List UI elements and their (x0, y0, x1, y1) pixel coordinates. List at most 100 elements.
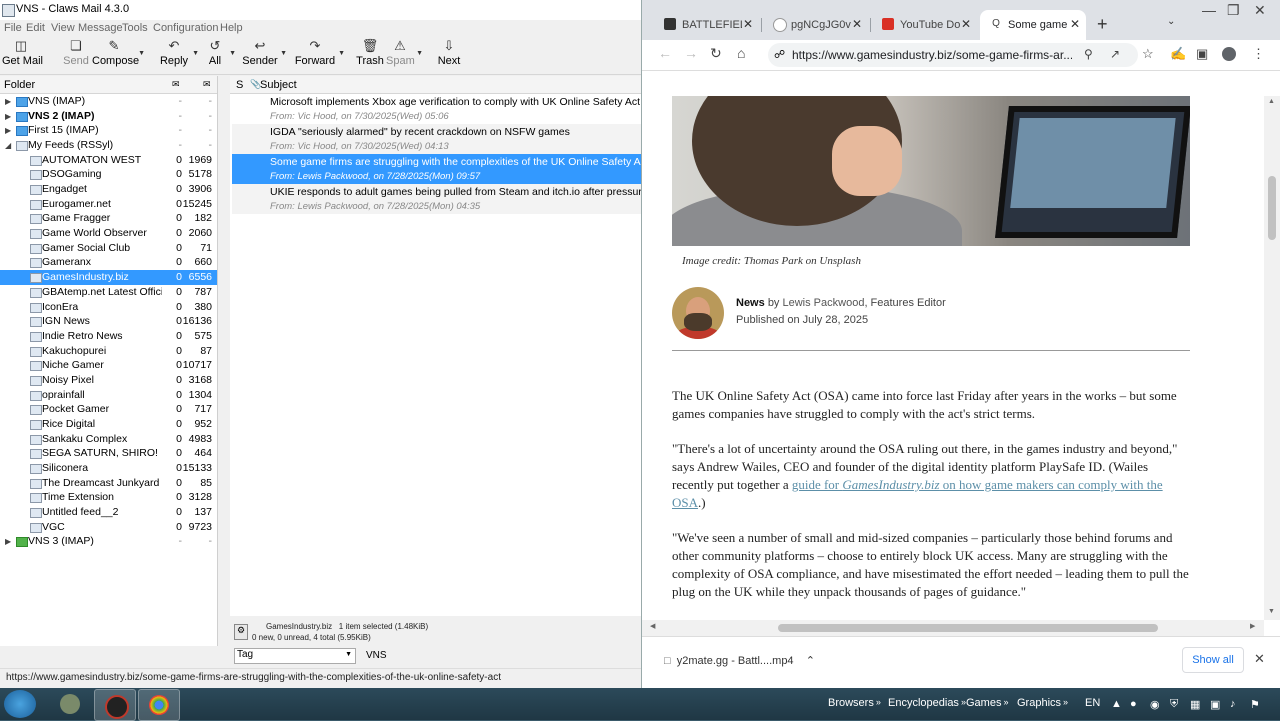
author-link[interactable]: Lewis Packwood (783, 297, 865, 309)
back-button[interactable]: ← (658, 45, 672, 61)
close-icon[interactable]: ✕ (961, 17, 971, 31)
folder-account-row[interactable]: ▶ First 15 (IMAP) - - (0, 123, 217, 138)
close-window-icon[interactable]: ✕ (1254, 2, 1266, 19)
folder-feed-row[interactable]: Engadget 0 3906 (0, 182, 217, 197)
expand-arrow-icon[interactable]: ▶ (5, 123, 11, 138)
tray-flag-icon[interactable]: ⚑ (1250, 698, 1260, 711)
folder-feed-row[interactable]: Siliconera 0 15133 (0, 461, 217, 476)
folder-feed-row[interactable]: Game World Observer 0 2060 (0, 226, 217, 241)
folder-feed-row[interactable]: Pocket Gamer 0 717 (0, 402, 217, 417)
total-column-icon[interactable]: ✉ (203, 79, 211, 90)
site-info-icon[interactable]: ☍ (774, 48, 785, 61)
folder-feed-row[interactable]: VGC 0 9723 (0, 520, 217, 535)
tray-shield-icon[interactable]: ⛨ (1170, 698, 1178, 711)
folder-feed-row[interactable]: GBAtemp.net Latest Offici 0 787 (0, 285, 217, 300)
download-item[interactable]: □ y2mate.gg - Battl....mp4 ⌃ (664, 654, 815, 667)
message-row[interactable]: Some game firms are struggling with the … (232, 154, 649, 184)
forward-button[interactable]: ↷ Forward ▼ (294, 38, 345, 72)
horizontal-scroll-thumb[interactable] (778, 624, 1158, 632)
language-indicator[interactable]: EN (1085, 697, 1100, 709)
status-column-header[interactable]: S (236, 79, 243, 91)
folder-feed-row[interactable]: Noisy Pixel 0 3168 (0, 373, 217, 388)
taskbar-app-claws-mail[interactable] (50, 689, 90, 719)
bookmark-star-icon[interactable]: ☆ (1142, 46, 1154, 62)
folder-feed-row[interactable]: IGN News 0 16136 (0, 314, 217, 329)
spam-button[interactable]: ⚠ Spam ▼ (386, 38, 423, 72)
folder-feed-row[interactable]: IconEra 0 380 (0, 300, 217, 315)
subject-column-header[interactable]: Subject (260, 79, 297, 91)
category-link[interactable]: News (736, 297, 765, 309)
folder-feed-row[interactable]: Indie Retro News 0 575 (0, 329, 217, 344)
home-button[interactable]: ⌂ (737, 45, 745, 61)
tray-expand-icon[interactable]: ▲ (1111, 698, 1122, 710)
collapse-arrow-icon[interactable]: ◢ (5, 138, 11, 153)
menu-message[interactable]: Message (78, 22, 123, 34)
reply-dropdown-icon[interactable]: ▼ (192, 50, 199, 57)
folder-feed-row[interactable]: SEGA SATURN, SHIRO! 0 464 (0, 446, 217, 461)
folder-feed-row[interactable]: Niche Gamer 0 10717 (0, 358, 217, 373)
folder-feed-row[interactable]: GamesIndustry.biz 0 6556 (0, 270, 217, 286)
chevron-up-icon[interactable]: ⌃ (806, 655, 815, 667)
more-menu-icon[interactable]: ⋮ (1252, 46, 1265, 62)
menu-configuration[interactable]: Configuration (153, 22, 218, 34)
menu-tools[interactable]: Tools (122, 22, 148, 34)
folder-feed-row[interactable]: Game Fragger 0 182 (0, 211, 217, 226)
get-mail-button[interactable]: ◫ Get Mail (2, 38, 43, 72)
menu-help[interactable]: Help (220, 22, 243, 34)
share-icon[interactable]: ↗ (1110, 47, 1120, 61)
scroll-down-icon[interactable]: ▼ (1268, 608, 1275, 615)
show-all-downloads-button[interactable]: Show all (1182, 647, 1244, 673)
folder-column-header[interactable]: Folder ✉ ✉ (0, 76, 217, 94)
reload-button[interactable]: ↻ (710, 45, 722, 62)
folder-feed-row[interactable]: Time Extension 0 3128 (0, 490, 217, 505)
folder-feed-row[interactable]: oprainfall 0 1304 (0, 388, 217, 403)
menu-file[interactable]: File (4, 22, 22, 34)
tab-pgncgjg0v[interactable]: pgNCgJG0v ✕ (763, 10, 868, 40)
next-button[interactable]: ⇩ Next (436, 38, 462, 72)
expand-arrow-icon[interactable]: ▶ (5, 94, 11, 109)
folder-feed-row[interactable]: Eurogamer.net 0 15245 (0, 197, 217, 212)
zoom-search-icon[interactable]: ⚲ (1084, 47, 1093, 61)
horizontal-scrollbar[interactable]: ◀ ▶ (642, 620, 1264, 636)
offline-toggle-icon[interactable]: ⚙ (234, 624, 248, 640)
forward-nav-button[interactable]: → (684, 45, 698, 61)
scroll-right-icon[interactable]: ▶ (1250, 622, 1255, 630)
spam-dropdown-icon[interactable]: ▼ (416, 50, 423, 57)
new-tab-button[interactable]: + (1097, 14, 1108, 35)
close-icon[interactable]: ✕ (852, 17, 862, 31)
toolbar-encyclopedias[interactable]: Encyclopedias» (888, 697, 966, 709)
vertical-scroll-thumb[interactable] (1268, 176, 1276, 240)
message-row[interactable]: IGDA "seriously alarmed" by recent crack… (232, 124, 641, 154)
taskbar-app-chrome[interactable] (138, 689, 180, 721)
close-download-bar-icon[interactable]: ✕ (1254, 651, 1265, 667)
menu-view[interactable]: View (51, 22, 75, 34)
menu-edit[interactable]: Edit (26, 22, 45, 34)
extensions-icon[interactable]: ✍ (1170, 46, 1186, 62)
author-avatar[interactable] (672, 287, 724, 339)
toolbar-graphics[interactable]: Graphics» (1017, 697, 1068, 709)
expand-arrow-icon[interactable]: ▶ (5, 109, 11, 124)
folder-feed-row[interactable]: Untitled feed__2 0 137 (0, 505, 217, 520)
restore-icon[interactable]: ❐ (1227, 2, 1240, 19)
folder-account-row[interactable]: ▶ VNS (IMAP) - - (0, 94, 217, 109)
folder-feed-row[interactable]: The Dreamcast Junkyard 0 85 (0, 476, 217, 491)
tray-app-icon[interactable]: ● (1130, 698, 1137, 710)
sender-dropdown-icon[interactable]: ▼ (280, 50, 287, 57)
folder-account-row[interactable]: ▶ VNS 3 (IMAP) - - (0, 534, 217, 549)
volume-icon[interactable]: ♪ (1230, 698, 1236, 710)
folder-account-row[interactable]: ◢ My Feeds (RSSyl) - - (0, 138, 217, 153)
folder-feed-row[interactable]: Gameranx 0 660 (0, 255, 217, 270)
folder-feed-row[interactable]: Gamer Social Club 0 71 (0, 241, 217, 256)
folder-feed-row[interactable]: Rice Digital 0 952 (0, 417, 217, 432)
pane-splitter[interactable] (218, 76, 230, 646)
message-row[interactable]: Microsoft implements Xbox age verificati… (232, 94, 641, 124)
expand-arrow-icon[interactable]: ▶ (5, 534, 11, 549)
send-button[interactable]: ❏ Send (60, 38, 92, 72)
tag-filter-select[interactable]: Tag ▼ (234, 648, 356, 664)
side-panel-icon[interactable]: ▣ (1196, 46, 1208, 62)
folder-feed-row[interactable]: DSOGaming 0 5178 (0, 167, 217, 182)
scroll-left-icon[interactable]: ◀ (650, 622, 655, 630)
tab-some-game-firms[interactable]: Q Some game ✕ (980, 10, 1086, 40)
tab-search-icon[interactable]: ⌄ (1167, 16, 1175, 27)
reply-button[interactable]: ↶ Reply ▼ (158, 38, 199, 72)
